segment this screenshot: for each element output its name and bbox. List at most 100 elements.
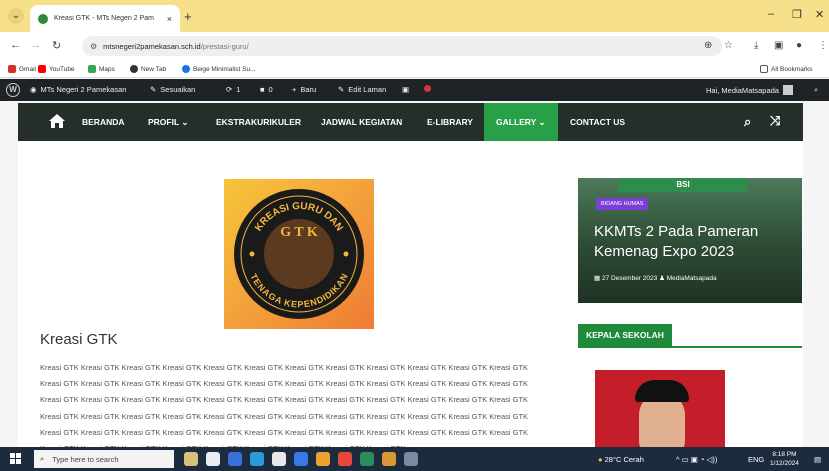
chrome-icon[interactable] [338, 452, 352, 466]
home-icon[interactable] [48, 113, 66, 129]
new-tab-button[interactable]: + [184, 9, 192, 24]
bookmark-beige-minimalist[interactable]: Beige Minimalist Su... [182, 65, 256, 73]
taskbar-clock[interactable]: 8:18 PM 1/12/2024 [770, 450, 799, 468]
badge-letters: G T K [264, 219, 334, 289]
admin-updates[interactable]: ⟳ 1 [226, 85, 240, 94]
gtk-badge: KREASI GURU DAN TENAGA KEPENDIDIKAN G T … [234, 189, 364, 319]
menu-dots-icon[interactable]: ⋮ [818, 40, 828, 51]
all-bookmarks[interactable]: All Bookmarks [760, 65, 813, 73]
bookmark-maps[interactable]: Maps [88, 65, 115, 73]
app-icon-green[interactable] [360, 452, 374, 466]
browser-tab-bar: ⌄ Kreasi GTK - MTs Negeri 2 Pam × + – ❐ … [0, 0, 829, 32]
nav-item-contact-us[interactable]: CONTACT US [570, 103, 625, 141]
url-field[interactable]: ⚙ mtsnegeri2pamekasan.sch.id /prestasi-g… [82, 36, 722, 56]
store-icon[interactable] [272, 452, 286, 466]
youtube-icon [38, 65, 46, 73]
chevron-down-icon: ⌄ [181, 117, 189, 127]
featured-post-card[interactable]: BSI BIDANG HUMAS KKMTs 2 Pada Pameran Ke… [578, 178, 802, 303]
post-author[interactable]: MediaMatsapada [667, 275, 717, 282]
close-window-button[interactable]: ✕ [815, 8, 824, 21]
search-icon[interactable]: ⌕ [744, 114, 751, 130]
edge-icon[interactable] [250, 452, 264, 466]
bookmark-star-icon[interactable]: ☆ [724, 40, 733, 51]
weather-text: 28°C Cerah [604, 455, 644, 464]
plus-icon: + [292, 85, 297, 94]
address-bar-row: ← → ↻ ⚙ mtsnegeri2pamekasan.sch.id /pres… [0, 32, 829, 60]
weather-widget[interactable]: ● 28°C Cerah [598, 455, 644, 464]
admin-comments[interactable]: ■ 0 [260, 85, 273, 94]
bookmark-youtube[interactable]: YouTube [38, 65, 75, 73]
yoast-seo-icon[interactable]: ▣ [402, 85, 409, 94]
admin-account[interactable]: Hai, MediaMatsapada [706, 85, 793, 95]
seo-status-dot[interactable] [424, 85, 431, 92]
download-icon[interactable]: ⤓ [754, 40, 758, 51]
canva-icon [182, 65, 190, 73]
app-icon-orange[interactable] [382, 452, 396, 466]
category-badge[interactable]: BIDANG HUMAS [596, 198, 649, 210]
notification-icon[interactable]: ▤ [814, 455, 821, 464]
reload-icon[interactable]: ↻ [52, 39, 61, 52]
nav-item-profil[interactable]: PROFIL ⌄ [148, 103, 189, 141]
post-title[interactable]: KKMTs 2 Pada Pameran Kemenag Expo 2023 [594, 222, 794, 262]
post-date: 27 Desember 2023 [601, 275, 658, 282]
back-arrow-icon[interactable]: ← [10, 39, 21, 51]
updates-icon: ⟳ [226, 85, 233, 94]
widgets-icon[interactable] [184, 452, 198, 466]
restore-button[interactable]: ❐ [792, 8, 802, 21]
app-icon-grey[interactable] [404, 452, 418, 466]
maps-icon [88, 65, 96, 73]
widget-title-kepala-sekolah: KEPALA SEKOLAH [578, 324, 672, 346]
browser-tab[interactable]: Kreasi GTK - MTs Negeri 2 Pam × [30, 5, 180, 32]
minimize-button[interactable]: – [768, 8, 774, 20]
admin-new[interactable]: + Baru [292, 85, 316, 94]
nav-item-ekstrakurikuler[interactable]: EKSTRAKURIKULER [216, 103, 301, 141]
gmail-icon [8, 65, 16, 73]
nav-item-beranda[interactable]: BERANDA [82, 103, 125, 141]
admin-edit-page[interactable]: ✎ Edit Laman [338, 85, 386, 94]
url-path: /prestasi-guru/ [200, 41, 249, 51]
clock-time: 8:18 PM [772, 451, 797, 458]
page-body-text: Kreasi GTK Kreasi GTK Kreasi GTK Kreasi … [40, 363, 529, 447]
admin-search-icon[interactable]: ⌕ [814, 85, 818, 95]
bookmark-new-tab[interactable]: New Tab [130, 65, 166, 73]
shuffle-icon[interactable]: ⤨ [770, 113, 780, 129]
file-explorer-icon[interactable] [228, 452, 242, 466]
zoom-icon[interactable]: ⊕ [704, 40, 712, 51]
weather-icon: ● [598, 455, 603, 464]
tray-icons[interactable]: ^ ▭ ▣ ◔ ◁)) [676, 455, 717, 464]
chevron-down-icon: ⌄ [538, 117, 546, 127]
pencil-icon: ✎ [338, 85, 345, 94]
nav-item-jadwal-kegiatan[interactable]: JADWAL KEGIATAN [321, 103, 402, 141]
windows-start-icon[interactable] [10, 453, 22, 465]
principal-cap [635, 380, 689, 402]
nav-item-e-library[interactable]: E-LIBRARY [427, 103, 473, 141]
site-main-nav: BERANDA PROFIL ⌄ EKSTRAKURIKULER JADWAL … [18, 103, 803, 141]
admin-site-name[interactable]: ◉ MTs Negeri 2 Pamekasan [30, 85, 126, 94]
tab-close-icon[interactable]: × [167, 14, 172, 24]
taskbar-search-input[interactable]: ⌕ Type here to search [34, 450, 174, 468]
clock-date: 1/12/2024 [770, 460, 799, 467]
page-content: KREASI GURU DAN TENAGA KEPENDIDIKAN G T … [18, 141, 803, 447]
sidebar-panel-icon[interactable]: ▣ [774, 40, 783, 51]
user-icon: ♟ [659, 275, 667, 282]
admin-customize[interactable]: ✎ Sesuaikan [150, 85, 195, 94]
tab-search-icon[interactable]: ⌄ [8, 8, 24, 24]
language-indicator[interactable]: ENG [748, 455, 764, 464]
url-host: mtsnegeri2pamekasan.sch.id [103, 41, 201, 51]
comment-icon: ■ [260, 85, 265, 94]
wp-admin-bar: W ◉ MTs Negeri 2 Pamekasan ✎ Sesuaikan ⟳… [0, 79, 829, 101]
search-icon: ⌕ [40, 454, 45, 463]
nav-item-gallery[interactable]: GALLERY ⌄ [484, 103, 558, 141]
windows-taskbar: ⌕ Type here to search ● 28°C Cerah ^ ▭ ▣… [0, 447, 829, 471]
task-view-icon[interactable] [206, 452, 220, 466]
new-tab-icon [130, 65, 138, 73]
site-info-icon[interactable]: ⚙ [90, 42, 97, 51]
wordpress-logo-icon[interactable]: W [6, 83, 20, 97]
bookmark-gmail[interactable]: Gmail [8, 65, 36, 73]
forward-arrow-icon[interactable]: → [30, 39, 41, 51]
featured-image: KREASI GURU DAN TENAGA KEPENDIDIKAN G T … [224, 179, 374, 329]
principal-photo [595, 370, 725, 447]
profile-avatar-icon[interactable]: ● [796, 40, 802, 51]
mail-icon[interactable] [294, 452, 308, 466]
firefox-icon[interactable] [316, 452, 330, 466]
